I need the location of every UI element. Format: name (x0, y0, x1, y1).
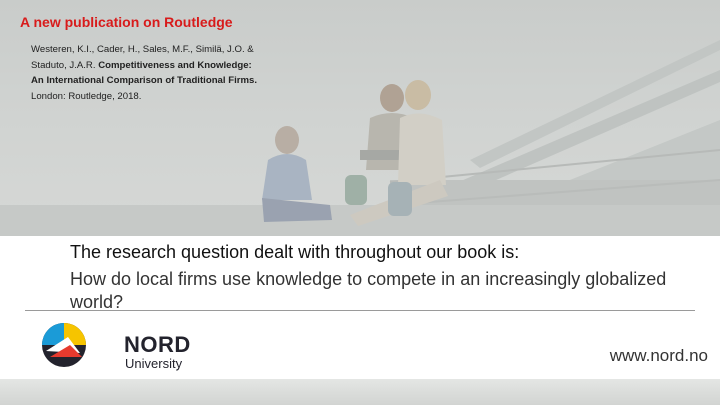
research-question-text: How do local firms use knowledge to comp… (70, 269, 667, 312)
nord-university-logo: NORD University (40, 321, 190, 371)
citation-publisher: London: Routledge, 2018. (31, 90, 142, 102)
background-photo: A new publication on Routledge Westeren,… (0, 0, 720, 236)
background-photo-illustration (0, 40, 720, 236)
nord-logo-emblem-icon (42, 323, 86, 367)
slide: A new publication on Routledge Westeren,… (0, 0, 720, 405)
logo-wordmark: NORD (124, 332, 191, 357)
research-question-section: The research question dealt with through… (0, 236, 720, 312)
publication-heading: A new publication on Routledge (20, 14, 233, 30)
website-url[interactable]: www.nord.no (610, 346, 708, 366)
logo-subtitle: University (125, 356, 183, 371)
bottom-band (0, 379, 720, 405)
research-question-heading: The research question dealt with through… (70, 242, 520, 262)
citation: Westeren, K.I., Cader, H., Sales, M.F., … (31, 42, 266, 104)
